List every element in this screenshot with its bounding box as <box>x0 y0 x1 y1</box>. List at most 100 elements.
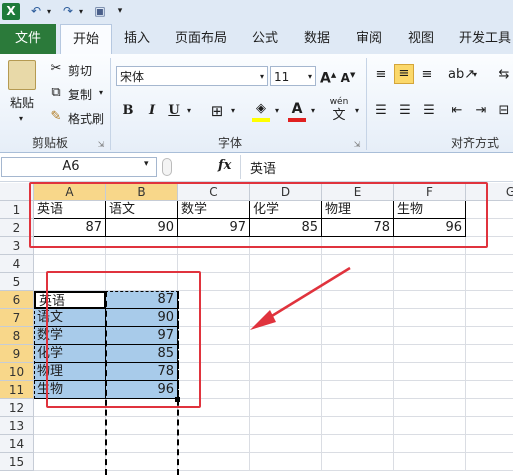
tab-file[interactable]: 文件 <box>0 24 56 54</box>
row-header-15[interactable]: 15 <box>0 453 34 471</box>
merge-center-icon[interactable]: ⊟ <box>496 102 512 120</box>
cell-a13[interactable] <box>34 417 106 435</box>
undo-icon[interactable]: ↶ <box>28 3 44 20</box>
wrap-text-icon[interactable]: ⇆ <box>496 66 512 84</box>
cell-f7[interactable] <box>394 309 466 327</box>
cell-d11[interactable] <box>250 381 322 399</box>
cell-f6[interactable] <box>394 291 466 309</box>
decrease-indent-icon[interactable]: ⇤ <box>448 102 466 120</box>
cell-g10[interactable] <box>466 363 513 381</box>
customize-qat-icon[interactable]: ▾ <box>114 3 126 20</box>
cell-f14[interactable] <box>394 435 466 453</box>
cell-c14[interactable] <box>178 435 250 453</box>
cell-d15[interactable] <box>250 453 322 471</box>
formula-input[interactable]: 英语 <box>250 158 276 177</box>
cell-b13[interactable] <box>106 417 178 435</box>
cell-e10[interactable] <box>322 363 394 381</box>
cell-f9[interactable] <box>394 345 466 363</box>
cell-g12[interactable] <box>466 399 513 417</box>
cell-f11[interactable] <box>394 381 466 399</box>
font-name-select[interactable]: 宋体 ▾ <box>116 66 268 86</box>
cell-g13[interactable] <box>466 417 513 435</box>
tab-formulas[interactable]: 公式 <box>244 24 286 54</box>
paste-icon[interactable] <box>8 60 36 90</box>
align-left-icon[interactable]: ☰ <box>372 102 390 120</box>
cell-g6[interactable] <box>466 291 513 309</box>
cell-g9[interactable] <box>466 345 513 363</box>
cell-e12[interactable] <box>322 399 394 417</box>
cell-g7[interactable] <box>466 309 513 327</box>
increase-indent-icon[interactable]: ⇥ <box>472 102 490 120</box>
row-header-4[interactable]: 4 <box>0 255 34 273</box>
grow-font-icon[interactable]: A▲ <box>320 66 336 88</box>
cell-e9[interactable] <box>322 345 394 363</box>
align-right-icon[interactable]: ☰ <box>420 102 438 120</box>
orientation-dropdown-icon[interactable]: ▾ <box>470 66 480 84</box>
cell-e13[interactable] <box>322 417 394 435</box>
underline-button[interactable]: U <box>166 102 182 120</box>
cell-e11[interactable] <box>322 381 394 399</box>
cell-d12[interactable] <box>250 399 322 417</box>
redo-dropdown-icon[interactable]: ▾ <box>76 3 86 20</box>
cell-g8[interactable] <box>466 327 513 345</box>
underline-dropdown-icon[interactable]: ▾ <box>184 102 194 120</box>
align-top-icon[interactable]: ≡ <box>372 66 390 84</box>
tab-review[interactable]: 审阅 <box>348 24 390 54</box>
fill-color-dropdown-icon[interactable]: ▾ <box>272 102 282 120</box>
row-header-8[interactable]: 8 <box>0 327 34 345</box>
cut-icon[interactable]: ✂ <box>48 60 64 78</box>
italic-button[interactable]: I <box>144 102 160 120</box>
cell-b15[interactable] <box>106 453 178 471</box>
borders-dropdown-icon[interactable]: ▾ <box>228 102 238 120</box>
align-center-icon[interactable]: ☰ <box>396 102 414 120</box>
cell-e14[interactable] <box>322 435 394 453</box>
cell-a14[interactable] <box>34 435 106 453</box>
insert-function-icon[interactable]: fx <box>218 158 231 173</box>
cell-d10[interactable] <box>250 363 322 381</box>
undo-dropdown-icon[interactable]: ▾ <box>44 3 54 20</box>
tab-data[interactable]: 数据 <box>296 24 338 54</box>
save-icon[interactable]: ▣ <box>92 3 108 20</box>
format-painter-icon[interactable]: ✎ <box>48 108 64 126</box>
cell-f13[interactable] <box>394 417 466 435</box>
cell-f4[interactable] <box>394 255 466 273</box>
paste-button[interactable]: 粘贴 <box>10 94 34 111</box>
cell-a15[interactable] <box>34 453 106 471</box>
cell-g15[interactable] <box>466 453 513 471</box>
cell-g11[interactable] <box>466 381 513 399</box>
row-header-11[interactable]: 11 <box>0 381 34 399</box>
formula-bar-splitter[interactable] <box>162 158 172 176</box>
font-color-icon[interactable]: A <box>288 100 306 122</box>
row-header-12[interactable]: 12 <box>0 399 34 417</box>
excel-logo-icon[interactable]: X <box>2 3 20 20</box>
fill-color-icon[interactable]: ◈ <box>252 100 270 122</box>
font-launcher-icon[interactable]: ⇲ <box>352 136 362 154</box>
cell-d14[interactable] <box>250 435 322 453</box>
copy-button[interactable]: 复制 <box>68 86 92 103</box>
cell-c13[interactable] <box>178 417 250 435</box>
format-painter-button[interactable]: 格式刷 <box>68 110 104 127</box>
cell-f12[interactable] <box>394 399 466 417</box>
cell-d9[interactable] <box>250 345 322 363</box>
paste-dropdown-icon[interactable]: ▾ <box>16 110 26 128</box>
orientation-icon[interactable]: ab↗ <box>448 66 475 84</box>
align-bottom-icon[interactable]: ≡ <box>418 66 436 84</box>
cut-button[interactable]: 剪切 <box>68 62 92 79</box>
tab-view[interactable]: 视图 <box>400 24 442 54</box>
row-header-6[interactable]: 6 <box>0 291 34 309</box>
tab-developer[interactable]: 开发工具 <box>452 24 513 54</box>
row-header-7[interactable]: 7 <box>0 309 34 327</box>
row-header-10[interactable]: 10 <box>0 363 34 381</box>
phonetic-dropdown-icon[interactable]: ▾ <box>352 102 362 120</box>
align-middle-icon[interactable]: ≡ <box>394 64 414 84</box>
cell-e15[interactable] <box>322 453 394 471</box>
borders-icon[interactable]: ⊞ <box>208 102 226 120</box>
cell-d13[interactable] <box>250 417 322 435</box>
redo-icon[interactable]: ↷ <box>60 3 76 20</box>
shrink-font-icon[interactable]: A▼ <box>340 66 356 87</box>
cell-f10[interactable] <box>394 363 466 381</box>
cell-f5[interactable] <box>394 273 466 291</box>
tab-home[interactable]: 开始 <box>60 24 112 55</box>
cell-b14[interactable] <box>106 435 178 453</box>
clipboard-launcher-icon[interactable]: ⇲ <box>96 136 106 154</box>
